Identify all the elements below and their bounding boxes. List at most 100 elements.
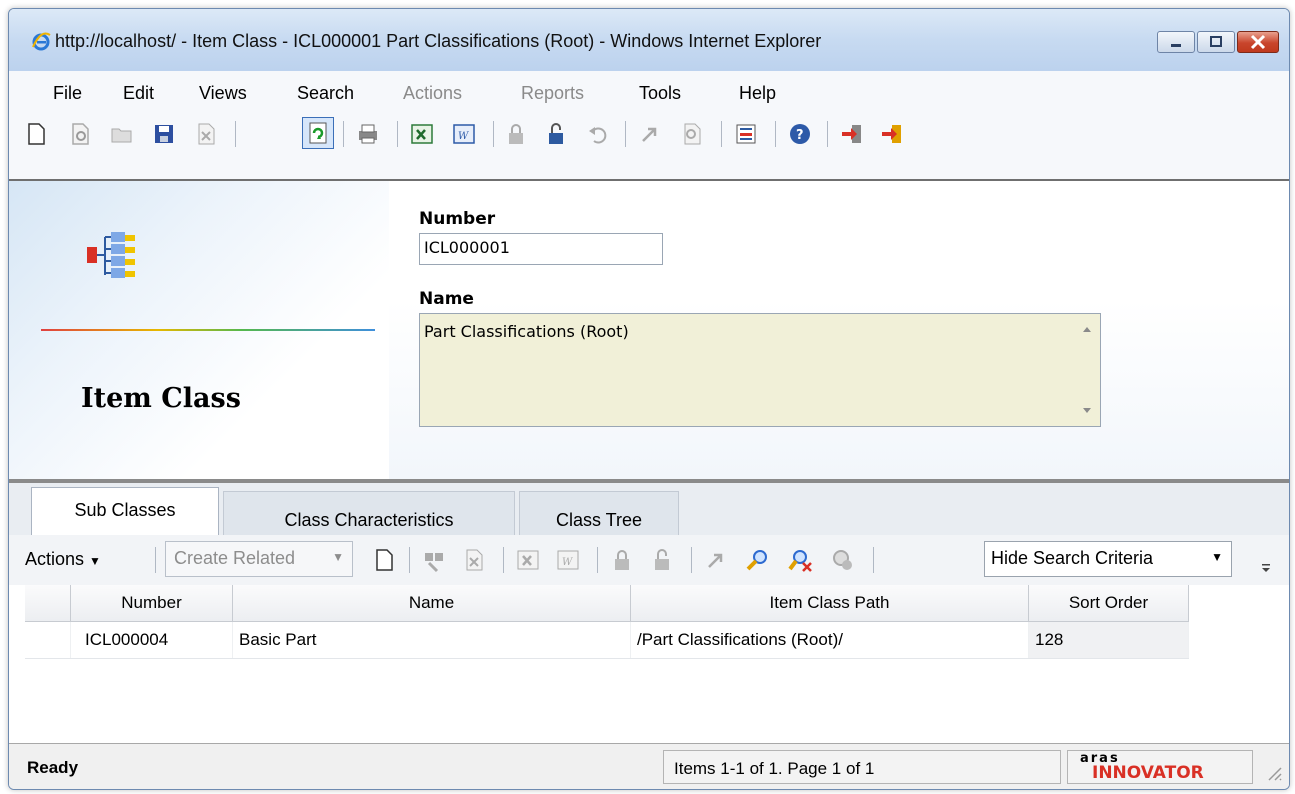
logo-innovator: INNOVATOR	[1092, 763, 1204, 783]
actions-menu[interactable]: Actions ▼	[25, 549, 101, 570]
row-selector-header	[25, 585, 71, 621]
lock-icon[interactable]	[503, 121, 529, 147]
menu-help[interactable]: Help	[739, 83, 776, 104]
word-icon[interactable]: W	[451, 121, 477, 147]
menu-actions[interactable]: Actions	[403, 83, 462, 104]
grid-toolbar: Actions ▼ Create Related ▼ W Hide Search…	[9, 535, 1289, 585]
cell-name[interactable]: Basic Part	[233, 622, 631, 658]
menu-file[interactable]: File	[53, 83, 82, 104]
menu-edit[interactable]: Edit	[123, 83, 154, 104]
overflow-menu-icon[interactable]	[1259, 561, 1273, 575]
toolbar-separator	[597, 547, 598, 573]
relationship-grid: Number Name Item Class Path Sort Order I…	[25, 585, 1289, 743]
help-icon[interactable]: ?	[787, 121, 813, 147]
column-header-item-class-path[interactable]: Item Class Path	[631, 585, 1029, 621]
close-icon	[1250, 34, 1266, 50]
name-field[interactable]: Part Classifications (Root)	[419, 313, 1101, 427]
maximize-icon	[1210, 36, 1222, 47]
row-selector[interactable]	[25, 622, 71, 658]
print-icon[interactable]	[355, 121, 381, 147]
pick-related-icon[interactable]	[421, 547, 447, 573]
clear-search-icon[interactable]	[787, 547, 813, 573]
promote-icon[interactable]	[703, 547, 729, 573]
toolbar-separator	[873, 547, 874, 573]
search-icon[interactable]	[745, 547, 771, 573]
toolbar-separator	[397, 121, 398, 147]
maximize-button[interactable]	[1197, 31, 1235, 53]
cell-sort-order[interactable]: 128	[1029, 622, 1189, 658]
resize-grip-icon[interactable]	[1263, 762, 1283, 782]
table-row[interactable]: ICL000004 Basic Part /Part Classificatio…	[25, 622, 1189, 659]
svg-text:W: W	[562, 557, 573, 568]
tab-sub-classes[interactable]: Sub Classes	[31, 487, 219, 535]
new-document-icon[interactable]	[23, 121, 49, 147]
column-header-name[interactable]: Name	[233, 585, 631, 621]
window-title: http://localhost/ - Item Class - ICL0000…	[55, 31, 822, 51]
toolbar-separator	[235, 121, 236, 147]
open-folder-icon[interactable]	[109, 121, 135, 147]
close-button[interactable]	[1237, 31, 1279, 53]
item-type-title: Item Class	[81, 383, 241, 414]
grid-header: Number Name Item Class Path Sort Order	[25, 585, 1189, 622]
save-icon[interactable]	[151, 121, 177, 147]
tab-class-characteristics[interactable]: Class Characteristics	[223, 491, 515, 535]
number-field[interactable]: ICL000001	[419, 233, 663, 265]
cell-number[interactable]: ICL000004	[71, 622, 233, 658]
unlock-icon[interactable]	[649, 547, 675, 573]
exit-icon[interactable]	[879, 121, 905, 147]
cancel-search-icon[interactable]	[829, 547, 855, 573]
delete-icon[interactable]	[193, 121, 219, 147]
tab-class-tree[interactable]: Class Tree	[519, 491, 679, 535]
minimize-icon	[1171, 44, 1181, 47]
browser-window: http://localhost/ - Item Class - ICL0000…	[8, 8, 1290, 790]
refresh-icon	[309, 122, 327, 144]
toolbar-separator	[721, 121, 722, 147]
svg-text:W: W	[458, 131, 469, 142]
cell-item-class-path[interactable]: /Part Classifications (Root)/	[631, 622, 1029, 658]
item-class-icon	[87, 232, 135, 278]
status-bar: Ready Items 1-1 of 1. Page 1 of 1 aras I…	[9, 743, 1289, 789]
new-relationship-icon[interactable]	[371, 547, 397, 573]
menu-reports[interactable]: Reports	[521, 83, 584, 104]
excel-icon[interactable]	[515, 547, 541, 573]
paging-info: Items 1-1 of 1. Page 1 of 1	[663, 750, 1061, 784]
search-criteria-dropdown[interactable]: Hide Search Criteria ▼	[984, 541, 1232, 577]
column-header-sort-order[interactable]: Sort Order	[1029, 585, 1189, 621]
chevron-down-icon: ▼	[1211, 550, 1223, 564]
title-bar: http://localhost/ - Item Class - ICL0000…	[9, 9, 1289, 72]
undo-icon[interactable]	[585, 121, 611, 147]
toolbar-separator	[625, 121, 626, 147]
where-used-icon[interactable]	[679, 121, 705, 147]
report-icon[interactable]	[733, 121, 759, 147]
hide-search-label: Hide Search Criteria	[991, 548, 1154, 568]
login-icon[interactable]	[839, 121, 865, 147]
column-header-number[interactable]: Number	[71, 585, 233, 621]
menu-views[interactable]: Views	[199, 83, 247, 104]
lock-icon[interactable]	[609, 547, 635, 573]
create-related-dropdown[interactable]: Create Related ▼	[165, 541, 353, 577]
internet-explorer-icon	[32, 32, 51, 51]
form-header-panel: Item Class	[9, 181, 389, 479]
chevron-down-icon: ▼	[332, 550, 344, 564]
word-icon[interactable]: W	[555, 547, 581, 573]
item-form: Item Class Number ICL000001 Name Part Cl…	[9, 181, 1289, 479]
toolbar-separator	[155, 547, 156, 573]
menu-tools[interactable]: Tools	[639, 83, 681, 104]
number-label: Number	[419, 209, 496, 229]
menu-search[interactable]: Search	[297, 83, 354, 104]
name-field-value: Part Classifications (Root)	[424, 322, 629, 341]
minimize-button[interactable]	[1157, 31, 1195, 53]
delete-relationship-icon[interactable]	[461, 547, 487, 573]
svg-text:?: ?	[796, 128, 804, 143]
unlock-icon[interactable]	[543, 121, 569, 147]
toolbar-separator	[409, 547, 410, 573]
toolbar-separator	[691, 547, 692, 573]
promote-icon[interactable]	[637, 121, 663, 147]
status-text: Ready	[27, 758, 79, 777]
view-icon[interactable]	[67, 121, 93, 147]
refresh-button[interactable]	[302, 117, 334, 149]
create-related-label: Create Related	[174, 548, 296, 568]
textarea-scrollbar[interactable]	[1076, 316, 1098, 424]
excel-icon[interactable]	[409, 121, 435, 147]
toolbar-separator	[827, 121, 828, 147]
